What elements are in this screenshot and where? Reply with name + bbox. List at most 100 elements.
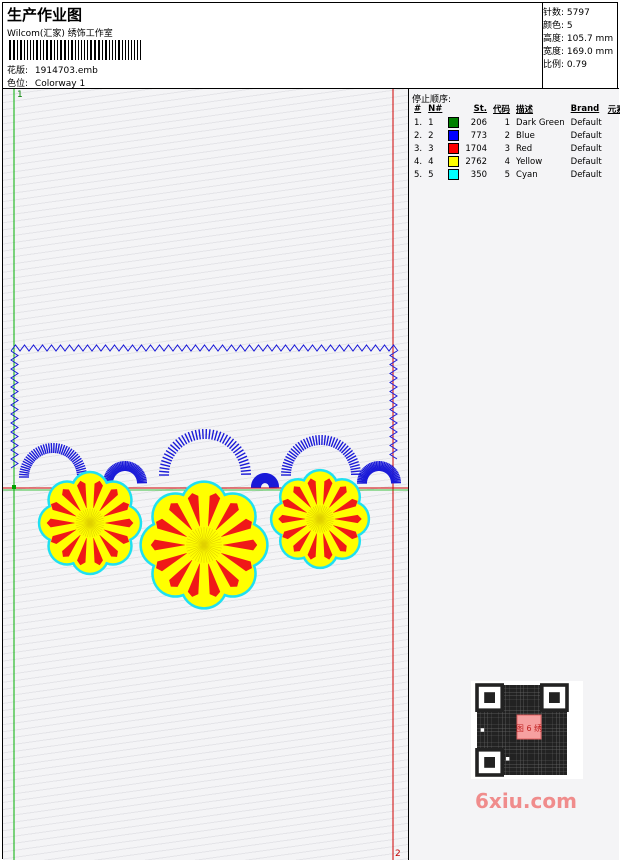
col-needle: N# xyxy=(428,104,443,114)
satin-stitch xyxy=(325,435,330,446)
row-swatch xyxy=(445,142,462,155)
design-stats: 针数: 5797 颜色: 5 高度: 105.7 mm 宽度: 169.0 mm… xyxy=(543,3,619,89)
satin-stitch xyxy=(19,473,30,476)
barcode xyxy=(9,40,141,60)
row-brand: Default xyxy=(570,117,602,128)
row-needle: 5 xyxy=(428,169,434,180)
satin-stitch xyxy=(50,443,53,454)
row-description: Cyan xyxy=(516,169,538,180)
satin-stitch xyxy=(54,443,58,454)
satin-stitch xyxy=(323,435,327,446)
satin-stitch xyxy=(311,435,316,446)
row-brand: Default xyxy=(570,156,602,167)
col-stitches: St. xyxy=(473,104,488,114)
color-row: 4. 4 2762 4 Yellow Default xyxy=(411,155,620,168)
row-brand: Default xyxy=(570,169,602,180)
col-element: 元素 xyxy=(607,105,620,115)
stat-height: 高度: 105.7 mm xyxy=(543,34,614,44)
row-stitches: 1704 xyxy=(465,143,488,154)
row-needle: 3 xyxy=(428,143,434,154)
color-swatch xyxy=(448,156,460,167)
satin-stitch xyxy=(240,469,251,473)
satin-stitch xyxy=(377,460,380,472)
color-table-header: # N# St. 代码 描述 Brand 元素 xyxy=(411,102,620,116)
satin-stitch xyxy=(318,435,321,446)
satin-stitch xyxy=(281,467,292,471)
stat-scale: 比例: 0.79 xyxy=(543,60,587,70)
start-point xyxy=(12,485,16,489)
colorway-row: 色位: Colorway 1 xyxy=(7,76,85,89)
row-description: Red xyxy=(516,143,533,154)
watermark-text: 6xiu.com xyxy=(475,789,577,813)
satin-stitch xyxy=(350,470,361,473)
row-description: Blue xyxy=(516,130,535,141)
embroidery-design xyxy=(3,89,408,860)
satin-stitch xyxy=(315,435,318,446)
row-stitches: 2762 xyxy=(465,156,488,167)
satin-stitch xyxy=(161,459,172,465)
color-sequence-panel: 停止顺序: # N# St. 代码 描述 Brand 元素 1.12061Dar… xyxy=(409,89,620,860)
satin-stitch xyxy=(159,466,170,470)
satin-stitch xyxy=(19,470,30,474)
row-brand: Default xyxy=(570,130,602,141)
row-brand: Default xyxy=(570,143,602,154)
production-sheet: 生产作业图 Wilcom(汇家) 绣饰工作室 花版: 1914703.emb 色… xyxy=(2,2,620,860)
color-swatch xyxy=(448,143,460,154)
satin-stitch xyxy=(213,430,218,441)
row-code: 5 xyxy=(504,169,511,180)
satin-stitch xyxy=(194,429,199,440)
satin-stitch xyxy=(47,443,51,454)
color-row: 2. 2 773 2 Blue Default xyxy=(411,129,620,142)
row-description: Yellow xyxy=(516,156,543,167)
col-code: 代码 xyxy=(493,105,511,115)
satin-stitch xyxy=(281,464,293,469)
sheet-title: 生产作业图 xyxy=(7,6,83,24)
satin-stitch xyxy=(238,458,249,464)
stat-width: 宽度: 169.0 mm xyxy=(543,47,614,57)
satin-stitch xyxy=(350,467,361,471)
col-brand: Brand xyxy=(570,104,600,114)
color-row: 5. 5 350 5 Cyan Default xyxy=(411,168,620,181)
satin-stitch xyxy=(160,463,171,468)
row-needle: 4 xyxy=(428,156,434,167)
satin-stitch xyxy=(211,429,215,440)
satin-stitch xyxy=(281,471,292,474)
row-index: 2. xyxy=(414,130,423,141)
satin-stitch xyxy=(56,443,61,454)
satin-stitch xyxy=(187,431,193,442)
row-index: 3. xyxy=(414,143,423,154)
colorway-label: 色位: xyxy=(7,79,29,89)
start-marker: 1 xyxy=(17,90,23,100)
colorway-value: Colorway 1 xyxy=(34,79,86,89)
sheet-header: 生产作业图 Wilcom(汇家) 绣饰工作室 花版: 1914703.emb 色… xyxy=(3,3,543,89)
svg-text:图 6 绣: 图 6 绣 xyxy=(516,723,542,733)
row-index: 4. xyxy=(414,156,423,167)
color-swatch xyxy=(448,169,460,180)
row-swatch xyxy=(445,129,462,142)
end-marker: 2 xyxy=(395,849,401,859)
row-index: 5. xyxy=(414,169,423,180)
col-description: 描述 xyxy=(516,105,534,115)
row-swatch xyxy=(445,116,462,129)
satin-stitch xyxy=(191,430,196,441)
satin-stitch xyxy=(240,466,251,470)
stat-stitches: 针数: 5797 xyxy=(543,8,590,18)
satin-stitch xyxy=(239,462,250,467)
satin-stitch xyxy=(328,436,333,447)
row-description: Dark Green xyxy=(516,117,565,128)
satin-stitch xyxy=(159,470,170,473)
satin-stitch xyxy=(216,431,222,442)
color-swatch xyxy=(448,130,460,141)
row-needle: 1 xyxy=(428,117,434,128)
row-code: 1 xyxy=(504,117,511,128)
color-table: # N# St. 代码 描述 Brand 元素 1. 1 206 1 Dark Gree… xyxy=(411,102,620,181)
row-swatch xyxy=(445,155,462,168)
col-index: # xyxy=(414,104,422,114)
row-stitches: 350 xyxy=(470,169,488,180)
design-file-value: 1914703.emb xyxy=(34,66,98,76)
stat-colors: 颜色: 5 xyxy=(543,21,573,31)
design-canvas[interactable]: 1 2 xyxy=(3,89,409,860)
satin-stitch xyxy=(349,463,360,468)
row-code: 2 xyxy=(504,130,511,141)
design-file-label: 花版: xyxy=(7,66,29,76)
